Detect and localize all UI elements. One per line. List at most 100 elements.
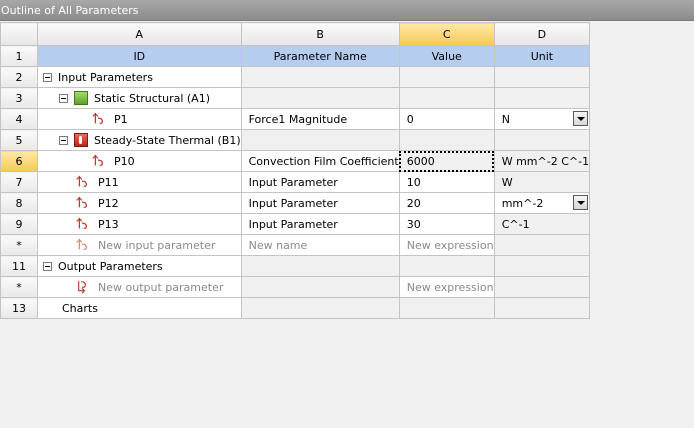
value-cell[interactable]: [398, 66, 495, 88]
row-number[interactable]: 7: [0, 171, 38, 193]
column-header-d[interactable]: D: [493, 22, 591, 46]
dropdown-arrow-icon[interactable]: [573, 111, 589, 126]
id-header[interactable]: ID: [37, 45, 242, 67]
id-cell[interactable]: New input parameter: [37, 234, 242, 256]
group-label: Input Parameters: [58, 70, 153, 84]
output-parameter-icon: [78, 280, 86, 294]
unit-cell[interactable]: [493, 87, 591, 109]
unit-cell[interactable]: W mm^-2 C^-1: [493, 150, 591, 172]
row-number[interactable]: *: [0, 276, 38, 298]
row-number[interactable]: 3: [0, 87, 38, 109]
row-number[interactable]: 13: [0, 297, 38, 319]
table-row-p10: 6 P10 Convection Film Coefficient 6000 W…: [0, 150, 591, 172]
unit-cell[interactable]: C^-1: [493, 213, 591, 235]
column-header-a[interactable]: A: [37, 22, 242, 46]
system-label: Steady-State Thermal (B1): [94, 133, 241, 147]
corner-cell[interactable]: [0, 22, 38, 46]
unit-value: mm^-2: [501, 196, 544, 210]
value-cell[interactable]: [398, 255, 495, 277]
id-cell[interactable]: Static Structural (A1): [37, 87, 242, 109]
column-header-c[interactable]: C: [398, 22, 495, 46]
system-label: Static Structural (A1): [94, 91, 210, 105]
unit-cell[interactable]: [493, 66, 591, 88]
table-row-new-output: * New output parameter New expression: [0, 276, 591, 298]
unit-cell[interactable]: N: [493, 108, 591, 130]
name-cell[interactable]: Input Parameter: [240, 171, 400, 193]
id-cell[interactable]: Input Parameters: [37, 66, 242, 88]
row-number[interactable]: *: [0, 234, 38, 256]
minus-box-icon[interactable]: [59, 93, 68, 103]
minus-box-icon[interactable]: [43, 261, 52, 271]
new-expression-cell[interactable]: New expression: [398, 276, 495, 298]
parameter-id: P10: [114, 154, 135, 168]
name-cell[interactable]: [240, 255, 400, 277]
row-number[interactable]: 8: [0, 192, 38, 214]
new-expression-cell[interactable]: New expression: [398, 234, 495, 256]
row-number[interactable]: 6: [0, 150, 38, 172]
name-cell[interactable]: [240, 129, 400, 151]
value-cell[interactable]: [398, 87, 495, 109]
unit-cell[interactable]: [493, 234, 591, 256]
id-cell[interactable]: P12: [37, 192, 242, 214]
id-cell[interactable]: P1: [37, 108, 242, 130]
id-cell[interactable]: Charts: [37, 297, 242, 319]
row-number[interactable]: 5: [0, 129, 38, 151]
value-cell-selected[interactable]: 6000: [398, 150, 495, 172]
id-cell[interactable]: New output parameter: [37, 276, 242, 298]
input-parameter-icon: [76, 238, 87, 250]
table-row-p1: 4 P1 Force1 Magnitude 0 N: [0, 108, 591, 130]
table-row-static-structural: 3 Static Structural (A1): [0, 87, 591, 109]
value-cell[interactable]: 0: [398, 108, 495, 130]
value-header[interactable]: Value: [398, 45, 495, 67]
unit-value: N: [501, 112, 510, 126]
unit-cell[interactable]: [493, 255, 591, 277]
name-cell[interactable]: Force1 Magnitude: [240, 108, 400, 130]
unit-header[interactable]: Unit: [493, 45, 591, 67]
unit-cell[interactable]: W: [493, 171, 591, 193]
unit-cell[interactable]: [493, 129, 591, 151]
table-row-p12: 8 P12 Input Parameter 20 mm^-2: [0, 192, 591, 214]
row-number[interactable]: 4: [0, 108, 38, 130]
name-cell[interactable]: [240, 87, 400, 109]
input-parameter-icon: [76, 217, 87, 229]
value-cell[interactable]: 30: [398, 213, 495, 235]
table-row-input-parameters: 2 Input Parameters: [0, 66, 591, 88]
unit-cell[interactable]: [493, 276, 591, 298]
row-number[interactable]: 2: [0, 66, 38, 88]
id-cell[interactable]: P13: [37, 213, 242, 235]
parameter-id: P12: [98, 196, 119, 210]
id-cell[interactable]: Steady-State Thermal (B1): [37, 129, 242, 151]
value-cell[interactable]: 10: [398, 171, 495, 193]
value-cell[interactable]: [398, 129, 495, 151]
parameter-name-header[interactable]: Parameter Name: [240, 45, 400, 67]
unit-cell[interactable]: [493, 297, 591, 319]
parameter-id: P1: [114, 112, 128, 126]
value-cell[interactable]: [398, 297, 495, 319]
column-header-row: A B C D: [0, 22, 591, 46]
name-cell[interactable]: Convection Film Coefficient: [240, 150, 400, 172]
name-cell[interactable]: Input Parameter: [240, 192, 400, 214]
parameter-id: P11: [98, 175, 119, 189]
panel-title: Outline of All Parameters: [1, 4, 139, 17]
new-name-cell[interactable]: New name: [240, 234, 400, 256]
id-cell[interactable]: P10: [37, 150, 242, 172]
row-number[interactable]: 9: [0, 213, 38, 235]
minus-box-icon[interactable]: [43, 72, 52, 82]
column-header-b[interactable]: B: [240, 22, 400, 46]
name-cell[interactable]: Input Parameter: [240, 213, 400, 235]
name-cell[interactable]: [240, 297, 400, 319]
dropdown-arrow-icon[interactable]: [573, 195, 589, 210]
value-cell[interactable]: 20: [398, 192, 495, 214]
id-cell[interactable]: P11: [37, 171, 242, 193]
row-number[interactable]: 1: [0, 45, 38, 67]
input-parameter-icon: [76, 196, 87, 208]
name-cell[interactable]: [240, 66, 400, 88]
name-cell[interactable]: [240, 276, 400, 298]
row-number[interactable]: 11: [0, 255, 38, 277]
static-structural-system-icon: [74, 91, 88, 105]
group-label: Output Parameters: [58, 259, 163, 273]
unit-cell[interactable]: mm^-2: [493, 192, 591, 214]
id-cell[interactable]: Output Parameters: [37, 255, 242, 277]
minus-box-icon[interactable]: [59, 135, 68, 145]
table-row-charts: 13 Charts: [0, 297, 591, 319]
